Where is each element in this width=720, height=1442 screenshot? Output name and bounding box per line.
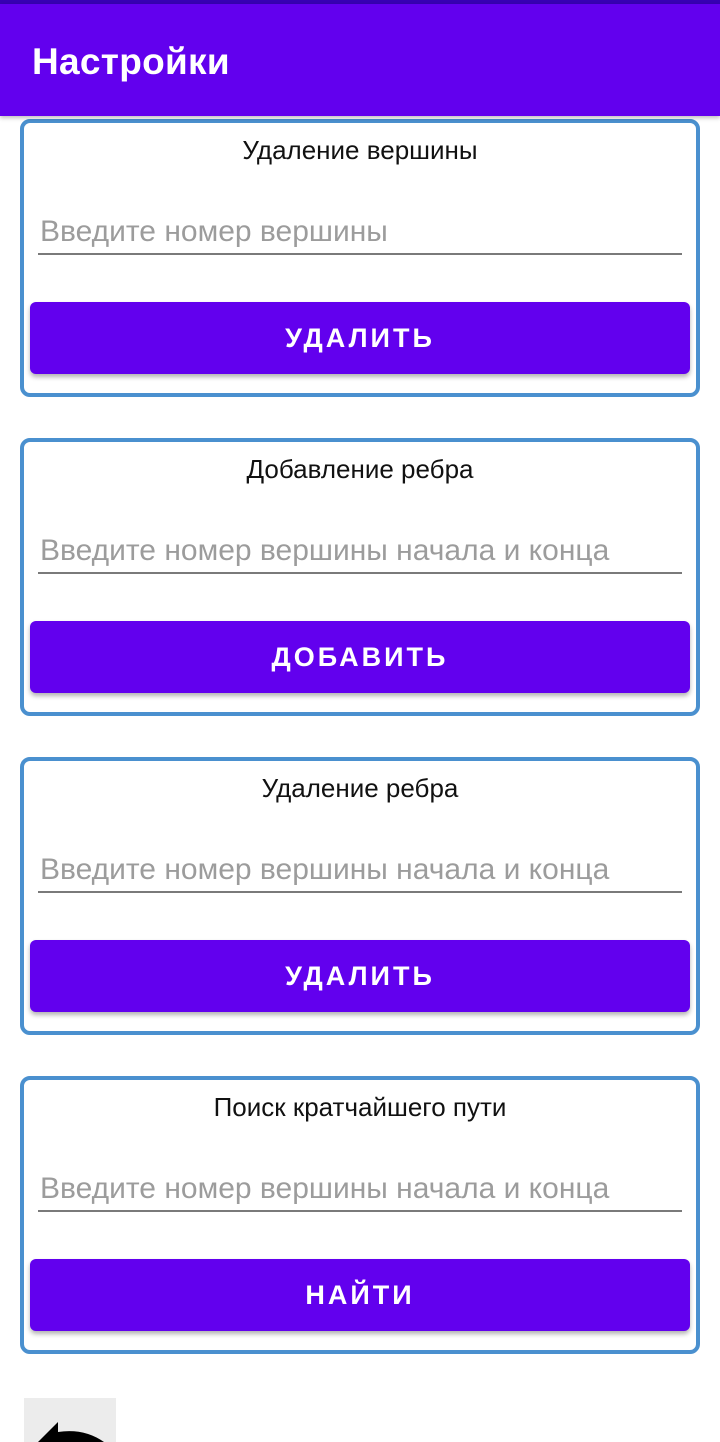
delete-vertex-input[interactable] <box>38 211 682 255</box>
delete-vertex-title: Удаление вершины <box>242 135 478 165</box>
find-path-button[interactable]: НАЙТИ <box>30 1259 690 1331</box>
page-title: Настройки <box>32 41 230 82</box>
shortest-path-card: Поиск кратчайшего пути НАЙТИ <box>20 1076 700 1354</box>
add-edge-title: Добавление ребра <box>246 454 474 484</box>
delete-edge-input[interactable] <box>38 849 682 893</box>
back-arrow-icon <box>38 1422 104 1442</box>
add-edge-input[interactable] <box>38 530 682 574</box>
add-edge-card: Добавление ребра ДОБАВИТЬ <box>20 438 700 716</box>
delete-edge-button[interactable]: УДАЛИТЬ <box>30 940 690 1012</box>
delete-vertex-card: Удаление вершины УДАЛИТЬ <box>20 119 700 397</box>
shortest-path-title: Поиск кратчайшего пути <box>213 1092 507 1122</box>
app-bar: Настройки <box>0 4 720 116</box>
shortest-path-input[interactable] <box>38 1168 682 1212</box>
delete-edge-title: Удаление ребра <box>261 773 459 803</box>
delete-edge-card: Удаление ребра УДАЛИТЬ <box>20 757 700 1035</box>
back-button[interactable] <box>24 1398 116 1442</box>
add-edge-button[interactable]: ДОБАВИТЬ <box>30 621 690 693</box>
delete-vertex-button[interactable]: УДАЛИТЬ <box>30 302 690 374</box>
